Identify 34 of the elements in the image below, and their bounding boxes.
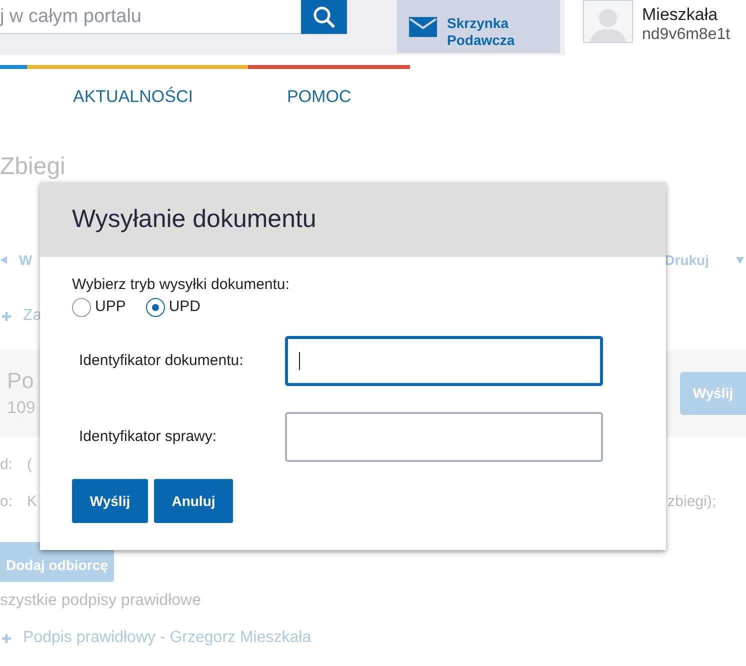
text-input[interactable] [285,412,603,462]
left-triangle-icon [0,256,7,264]
nav-link[interactable]: AKTUALNOŚCI [73,84,193,110]
radio-option[interactable]: UPP [72,296,126,318]
mailbox-panel[interactable]: Skrzynka Podawcza [397,0,560,53]
search-button[interactable] [301,0,347,34]
signature-status: szystkie podpisy prawidłowe [0,591,201,611]
field-value: ( [27,455,32,476]
mailbox-label: Podawcza [447,32,515,48]
radio-button[interactable] [146,298,165,316]
field-value: zbiegi); [668,492,717,512]
plus-icon [2,634,11,642]
dialog-title: Wysyłanie dokumentu [72,204,316,235]
page-title: Zbiegi [0,152,66,182]
search-icon [312,5,336,29]
dialog-button[interactable]: Wyślij [72,479,148,523]
radio-button[interactable] [72,298,91,316]
dialog-button[interactable]: Anuluj [154,479,233,523]
text-input[interactable] [285,336,603,386]
field-label: Identyfikator dokumentu: [78,350,244,371]
field-label: o: [0,492,9,512]
field-value: K [27,492,38,512]
person-silhouette-icon [588,6,628,42]
user-name: Mieszkała [642,5,719,25]
user-login: nd9v6m8e1t [642,25,730,45]
nav-link[interactable]: POMOC [286,84,352,110]
plus-icon [2,312,11,320]
field-label: Identyfikator sprawy: [78,426,218,447]
field-label: d: [0,455,9,476]
mailbox-label: Skrzynka [447,14,510,32]
radio-option[interactable]: UPD [146,296,201,318]
down-triangle-icon [736,256,744,264]
envelope-icon [409,16,437,36]
mode-label: Wybierz tryb wysyłki dokumentu: [72,275,290,295]
